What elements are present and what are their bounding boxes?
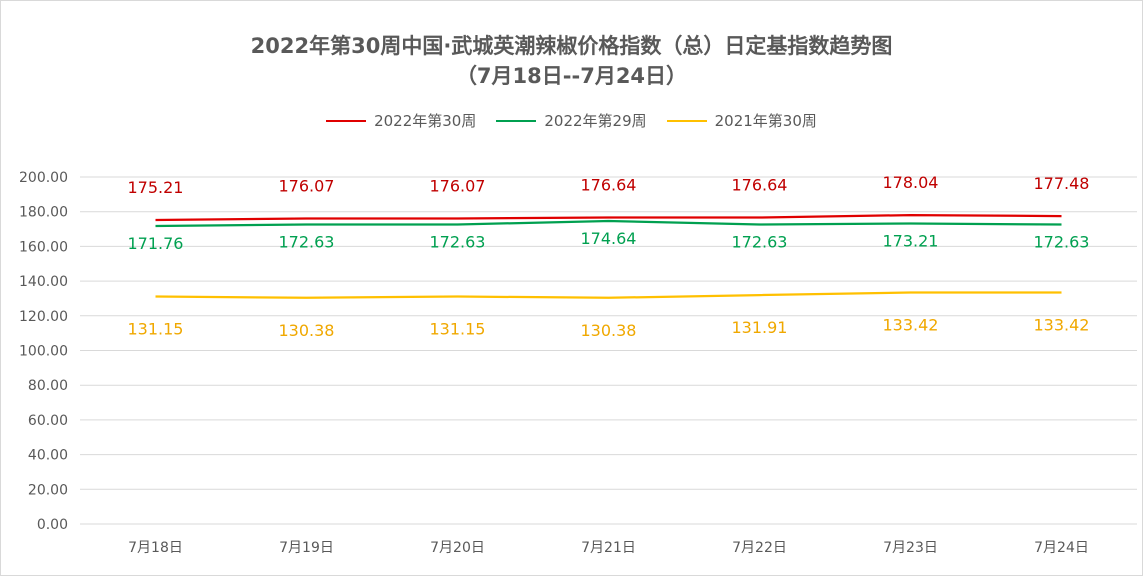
data-label-series-0-1: 176.07 bbox=[279, 177, 335, 196]
data-label-series-1-0: 171.76 bbox=[128, 234, 184, 253]
data-label-series-0-3: 176.64 bbox=[581, 176, 637, 195]
data-label-series-0-2: 176.07 bbox=[430, 177, 486, 196]
x-tick-label-0: 7月18日 bbox=[128, 540, 183, 556]
data-label-series-2-2: 131.15 bbox=[430, 319, 486, 338]
data-label-series-1-5: 173.21 bbox=[883, 231, 939, 250]
data-label-series-1-2: 172.63 bbox=[430, 232, 486, 251]
x-tick-label-3: 7月21日 bbox=[581, 540, 636, 556]
data-label-series-0-4: 176.64 bbox=[732, 176, 788, 195]
y-tick-label-7: 140.00 bbox=[19, 274, 68, 290]
y-tick-label-4: 80.00 bbox=[28, 378, 68, 394]
x-tick-label-2: 7月20日 bbox=[430, 540, 485, 556]
data-label-series-0-5: 178.04 bbox=[883, 173, 939, 192]
y-tick-label-0: 0.00 bbox=[37, 517, 68, 533]
y-tick-label-10: 200.00 bbox=[19, 170, 68, 186]
chart-plot-area: 0.00 20.00 40.00 60.00 80.00 100.00 120.00 140.… bbox=[19, 170, 1137, 556]
data-label-series-1-1: 172.63 bbox=[279, 232, 335, 251]
data-label-series-2-5: 133.42 bbox=[883, 316, 939, 335]
data-label-series-0-0: 175.21 bbox=[128, 178, 184, 197]
series-line-0 bbox=[155, 213, 1062, 222]
y-tick-label-5: 100.00 bbox=[19, 344, 68, 360]
y-tick-label-6: 120.00 bbox=[19, 309, 68, 325]
data-label-series-2-4: 131.91 bbox=[732, 318, 788, 337]
series-line-1 bbox=[155, 219, 1062, 228]
data-label-series-1-6: 172.63 bbox=[1034, 232, 1090, 251]
data-label-series-1-3: 174.64 bbox=[581, 229, 637, 248]
data-label-series-0-6: 177.48 bbox=[1034, 174, 1090, 193]
y-tick-label-2: 40.00 bbox=[28, 448, 68, 464]
x-tick-label-6: 7月24日 bbox=[1034, 540, 1089, 556]
y-tick-label-9: 180.00 bbox=[19, 205, 68, 221]
x-tick-label-4: 7月22日 bbox=[732, 540, 787, 556]
data-label-series-2-1: 130.38 bbox=[279, 321, 335, 340]
series-line-2 bbox=[155, 291, 1062, 299]
data-label-series-2-3: 130.38 bbox=[581, 321, 637, 340]
data-label-series-2-0: 131.15 bbox=[128, 319, 184, 338]
x-tick-label-1: 7月19日 bbox=[279, 540, 334, 556]
data-label-series-2-6: 133.42 bbox=[1034, 316, 1090, 335]
y-tick-label-8: 160.00 bbox=[19, 239, 68, 255]
data-label-series-1-4: 172.63 bbox=[732, 232, 788, 251]
x-tick-label-5: 7月23日 bbox=[883, 540, 938, 556]
y-tick-label-3: 60.00 bbox=[28, 413, 68, 429]
y-tick-label-1: 20.00 bbox=[28, 482, 68, 498]
